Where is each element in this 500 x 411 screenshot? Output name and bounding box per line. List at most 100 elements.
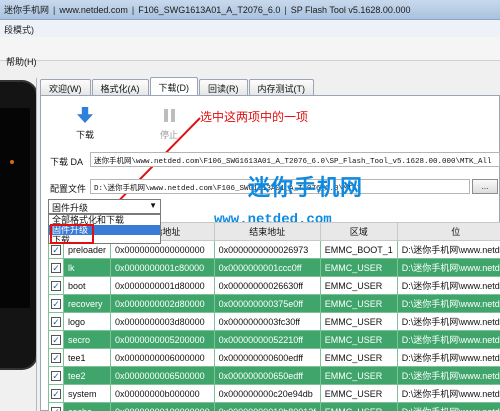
table-row[interactable]: ✓ recovery 0x0000000002d80000 0x00000000037… — [48, 294, 500, 313]
scatter-file-label: 配置文件 — [50, 184, 87, 194]
title-part: SP Flash Tool v5.1628.00.000 — [290, 4, 411, 15]
cell-region: EMMC_USER — [319, 348, 398, 367]
column-header-region: 区域 — [319, 222, 398, 241]
cell-region: EMMC_USER — [319, 276, 398, 295]
cell-name: secro — [62, 330, 112, 349]
checkbox-icon[interactable]: ✓ — [51, 406, 61, 411]
download-mode-select[interactable]: 固件升级 ▼ — [48, 199, 161, 214]
watermark-title: 迷你手机网 — [248, 176, 364, 201]
title-part: 迷你手机网 — [4, 5, 50, 15]
row-checkbox[interactable]: ✓ — [48, 402, 64, 411]
download-agent-label: 下载 DA — [50, 157, 84, 167]
checkbox-icon[interactable]: ✓ — [51, 298, 61, 309]
cell-end-address: 0x000000000650edff — [213, 366, 321, 385]
cell-begin-address: 0x00000000100000000 — [110, 402, 215, 411]
download-button-label: 下载 — [75, 130, 94, 140]
cell-region: EMMC_USER — [319, 402, 398, 411]
checkbox-icon[interactable]: ✓ — [51, 244, 61, 255]
title-part: www.netded.com — [59, 4, 128, 15]
cell-location: D:\迷你手机网\www.netded — [396, 312, 500, 331]
chevron-down-icon[interactable]: ▼ — [149, 201, 157, 210]
row-checkbox[interactable]: ✓ — [48, 384, 64, 403]
table-row[interactable]: ✓cache0x000000001000000000x00000000010b8… — [48, 402, 500, 411]
cell-location: D:\迷你手机网\www.netded — [396, 276, 500, 295]
cell-begin-address: 0x0000000006500000 — [110, 366, 215, 385]
row-checkbox[interactable]: ✓ — [48, 348, 64, 367]
phone-led — [10, 160, 14, 164]
cell-region: EMMC_USER — [319, 258, 398, 277]
cell-name: lk — [62, 258, 112, 277]
mode-indicator: 段模式) — [0, 20, 500, 37]
cell-end-address: 0x00000000052210ff — [213, 330, 321, 349]
row-checkbox[interactable]: ✓ — [48, 294, 64, 313]
stop-button[interactable]: 停止 — [158, 104, 180, 141]
column-header-end: 结束地址 — [213, 222, 321, 241]
row-checkbox[interactable]: ✓ — [48, 276, 64, 295]
phone-image — [0, 80, 38, 370]
partition-table: 名称 起始地址 结束地址 区域 位 ✓preloader0x0000000000… — [48, 222, 500, 411]
row-checkbox[interactable]: ✓ — [48, 330, 64, 349]
table-row[interactable]: ✓ boot 0x0000000001d80000 0x00000000026630f… — [48, 276, 500, 295]
checkbox-icon[interactable]: ✓ — [51, 316, 61, 327]
cell-name: recovery — [62, 294, 112, 313]
checkbox-icon[interactable]: ✓ — [51, 262, 61, 273]
phone-screen — [0, 108, 30, 308]
download-button[interactable]: 下载 — [74, 104, 96, 141]
cell-name: logo — [62, 312, 112, 331]
table-row[interactable]: ✓ lk 0x0000000001c80000 0x0000000001ccc0ff E… — [48, 258, 500, 277]
checkbox-icon[interactable]: ✓ — [51, 388, 61, 399]
menu-help[interactable]: 帮助(H) — [6, 55, 37, 68]
stop-button-label: 停止 — [159, 130, 178, 140]
tab-strip: 欢迎(W) 格式化(A) 下载(D) 回读(R) 内存测试(T) — [40, 77, 315, 96]
cell-location: D:\迷你手机网\www.netded — [396, 330, 500, 349]
scatter-browse-button[interactable]: ... — [472, 179, 498, 194]
table-row[interactable]: ✓ tee1 0x0000000006000000 0x000000000600edf… — [48, 348, 500, 367]
cell-begin-address: 0x0000000005200000 — [110, 330, 215, 349]
cell-name: system — [62, 384, 112, 403]
cell-begin-address: 0x00000000b000000 — [110, 384, 215, 403]
window-title-bar: 迷你手机网 | www.netded.com | F106_SWG1613A01… — [0, 0, 500, 20]
checkbox-icon[interactable]: ✓ — [51, 334, 61, 345]
cell-region: EMMC_BOOT_1 — [319, 240, 398, 259]
tab-readback[interactable]: 回读(R) — [199, 79, 248, 95]
cell-location: D:\迷你手机网\www.netded — [396, 348, 500, 367]
row-checkbox[interactable]: ✓ — [48, 366, 64, 385]
tab-memory-test[interactable]: 内存测试(T) — [248, 79, 314, 95]
title-separator: | — [131, 4, 135, 15]
cell-region: EMMC_USER — [319, 294, 398, 313]
cell-location: D:\迷你手机网\www.netded — [396, 294, 500, 313]
cell-end-address: 0x00000000010b80012f — [213, 402, 321, 411]
cell-begin-address: 0x0000000003d80000 — [110, 312, 215, 331]
table-row[interactable]: ✓ tee2 0x0000000006500000 0x000000000650edf… — [48, 366, 500, 385]
checkbox-icon[interactable]: ✓ — [51, 370, 61, 381]
checkbox-icon[interactable]: ✓ — [51, 352, 61, 363]
cell-location: D:\迷你手机网\www.netded — [396, 384, 500, 403]
cell-begin-address: 0x0000000001c80000 — [110, 258, 215, 277]
tab-download[interactable]: 下载(D) — [149, 77, 198, 95]
download-agent-path[interactable]: 迷你手机网\www.netded.com\F106_SWG1613A01_A_T… — [90, 152, 500, 167]
cell-name: tee1 — [62, 348, 112, 367]
pause-icon — [158, 104, 180, 126]
cell-end-address: 0x00000000026630ff — [213, 276, 321, 295]
row-checkbox[interactable]: ✓ — [48, 312, 64, 331]
title-separator: | — [284, 4, 287, 15]
cell-end-address: 0x0000000003fc30ff — [213, 312, 321, 331]
row-checkbox[interactable]: ✓ — [48, 258, 64, 277]
tab-welcome[interactable]: 欢迎(W) — [40, 79, 91, 95]
cell-name: cache — [62, 402, 112, 411]
table-row[interactable]: ✓ logo 0x0000000003d80000 0x0000000003fc30f… — [48, 312, 500, 331]
cell-end-address: 0x000000000375e0ff — [213, 294, 321, 313]
title-part: F106_SWG1613A01_A_T2076_6.0 — [138, 4, 281, 15]
cell-end-address: 0x0000000001ccc0ff — [213, 258, 321, 277]
table-row[interactable]: ✓ secro 0x0000000005200000 0x00000000052210… — [48, 330, 500, 349]
cell-location: D:\迷你手机网\www.netded — [396, 366, 500, 385]
cell-end-address: 0x0000000000026973 — [213, 240, 321, 259]
cell-end-address: 0x000000000600edff — [213, 348, 321, 367]
cell-begin-address: 0x0000000006000000 — [110, 348, 215, 367]
cell-location: D:\迷你手机网\www.netded — [396, 402, 500, 411]
checkbox-icon[interactable]: ✓ — [51, 280, 61, 291]
highlight-box — [50, 224, 94, 244]
column-header-location: 位 — [396, 222, 500, 241]
tab-format[interactable]: 格式化(A) — [91, 79, 149, 95]
table-row[interactable]: ✓ system 0x00000000b000000 0x000000000c20e9… — [48, 384, 500, 403]
